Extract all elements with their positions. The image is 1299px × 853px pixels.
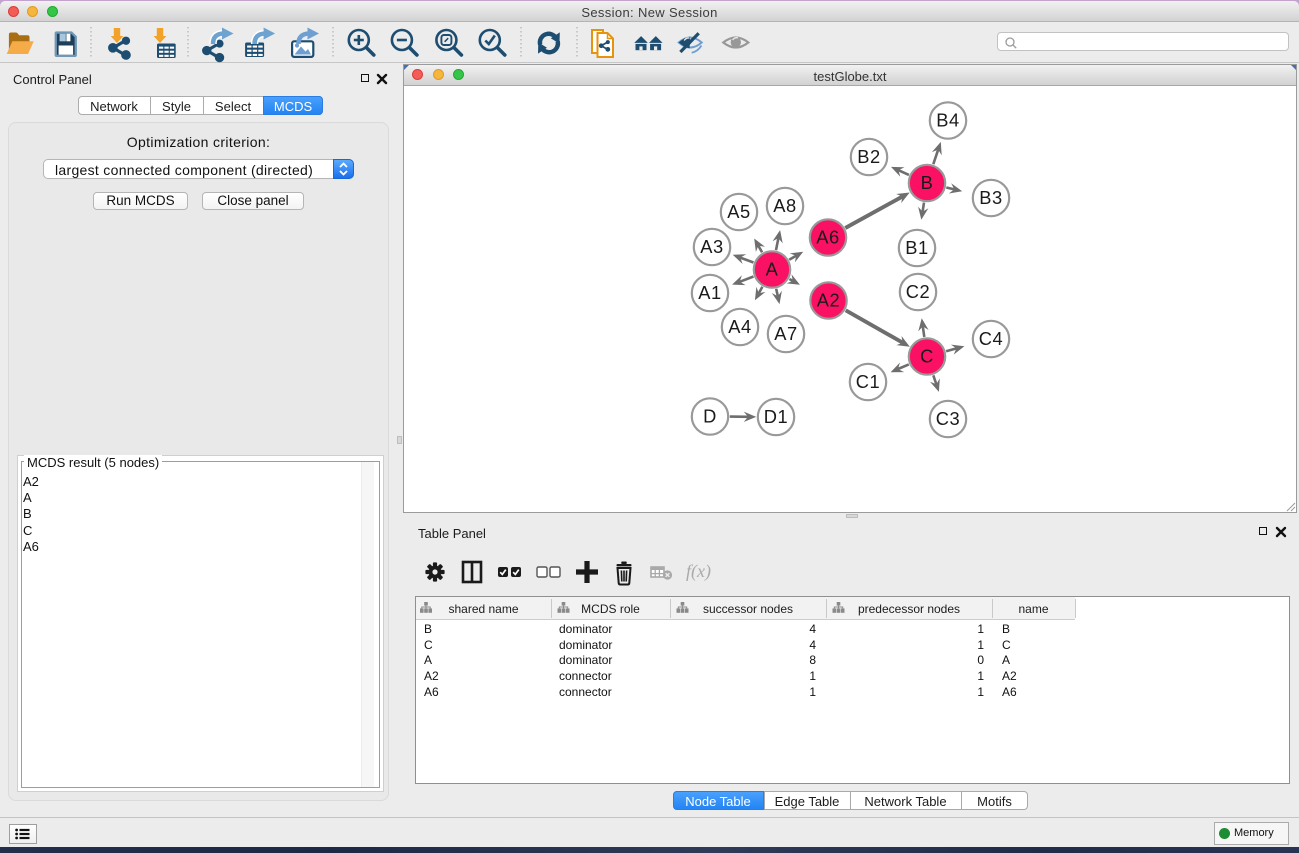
svg-text:A6: A6 [816, 227, 840, 248]
svg-text:A1: A1 [698, 282, 722, 303]
svg-text:A4: A4 [728, 316, 752, 337]
svg-text:A3: A3 [700, 236, 724, 257]
svg-text:B4: B4 [936, 110, 960, 131]
svg-text:A: A [766, 259, 779, 280]
svg-text:B1: B1 [905, 237, 929, 258]
svg-text:A8: A8 [773, 195, 797, 216]
svg-text:D: D [703, 406, 717, 427]
svg-text:C3: C3 [936, 408, 961, 429]
svg-text:C4: C4 [979, 328, 1004, 349]
svg-text:C: C [920, 346, 934, 367]
svg-text:D1: D1 [764, 406, 789, 427]
svg-text:C1: C1 [856, 371, 881, 392]
svg-text:B: B [921, 172, 934, 193]
svg-text:B2: B2 [857, 146, 881, 167]
svg-text:A7: A7 [774, 323, 798, 344]
svg-text:B3: B3 [979, 187, 1003, 208]
svg-text:A2: A2 [817, 290, 841, 311]
svg-text:A5: A5 [727, 201, 751, 222]
svg-text:C2: C2 [906, 281, 931, 302]
